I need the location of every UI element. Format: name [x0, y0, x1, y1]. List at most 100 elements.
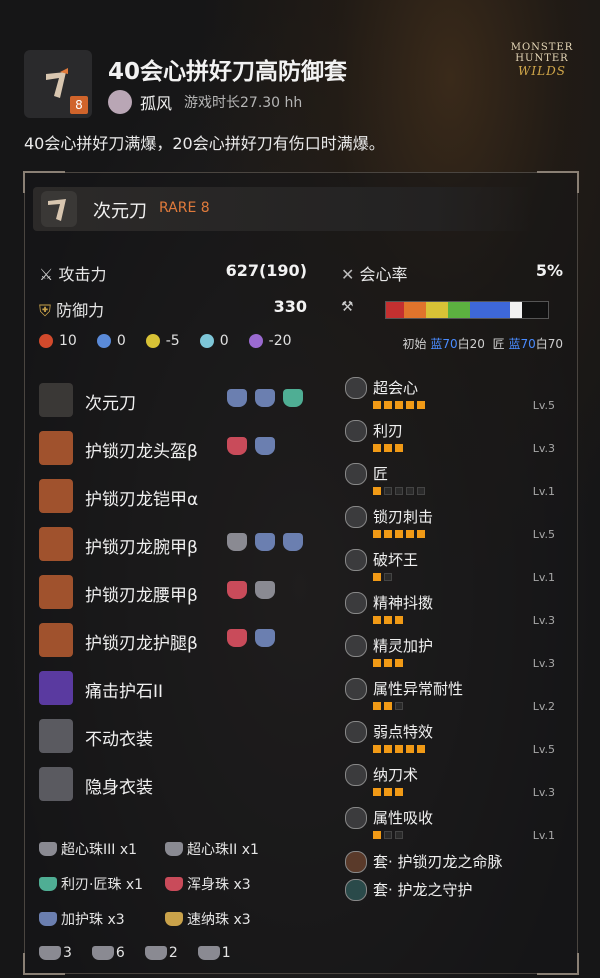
playtime: 游戏时长27.30 hh: [184, 95, 303, 111]
decoration-slot-icon[interactable]: [255, 389, 275, 407]
set-bonus-name: 套· 护锁刃龙之命脉: [373, 853, 503, 871]
skill-pip: [384, 788, 392, 796]
skill-item[interactable]: 纳刀术 Lv.3: [345, 764, 565, 806]
decoration-slot-icon[interactable]: [227, 437, 247, 455]
skill-level-pips: [373, 831, 406, 839]
skill-item[interactable]: 精神抖擞 Lv.3: [345, 592, 565, 634]
skill-icon: [345, 506, 367, 528]
decoration-label: 利刃·匠珠 x1: [61, 877, 144, 893]
skill-item[interactable]: 匠 Lv.1: [345, 463, 565, 505]
dragon-icon: [248, 334, 263, 348]
skill-pip: [395, 788, 403, 796]
equipment-item[interactable]: 护锁刃龙护腿β: [39, 619, 329, 659]
skill-item[interactable]: 精灵加护 Lv.3: [345, 635, 565, 677]
decoration-slot-icon[interactable]: [227, 581, 247, 599]
set-bonus-item[interactable]: 套· 护龙之守护: [345, 879, 565, 921]
equipment-item[interactable]: 隐身衣装: [39, 763, 329, 803]
equipment-item[interactable]: 护锁刃龙腕甲β: [39, 523, 329, 563]
shield-icon: ⛨: [39, 301, 52, 320]
skill-item[interactable]: 超会心 Lv.5: [345, 377, 565, 419]
skill-name: 精灵加护: [373, 637, 434, 655]
skill-pip: [373, 831, 381, 839]
skill-level: Lv.5: [532, 399, 555, 412]
equipment-item[interactable]: 次元刀: [39, 379, 329, 419]
decoration-slot-icon[interactable]: [283, 533, 303, 551]
skill-pip: [373, 616, 381, 624]
skill-pip: [384, 487, 392, 495]
skill-pip: [406, 487, 414, 495]
sharpness-handicraft-white: 白70: [535, 337, 563, 351]
skill-name: 匠: [373, 465, 389, 483]
skill-item[interactable]: 属性异常耐性 Lv.2: [345, 678, 565, 720]
decoration-entry[interactable]: 超心珠III x1: [39, 839, 137, 859]
layered-armor-icon: [39, 719, 73, 753]
affinity-stat: ✕ 会心率: [341, 261, 408, 285]
skill-pip: [373, 530, 381, 538]
skill-level: Lv.2: [532, 700, 555, 713]
decoration-slot-icon[interactable]: [255, 581, 275, 599]
equipment-item[interactable]: 护锁刃龙铠甲α: [39, 475, 329, 515]
skill-icon: [345, 721, 367, 743]
equipment-item[interactable]: 护锁刃龙腰甲β: [39, 571, 329, 611]
skill-pip: [373, 444, 381, 452]
decoration-slot-icon[interactable]: [283, 389, 303, 407]
sharpness-labels: 初始 蓝70白20 匠 蓝70白70: [403, 335, 563, 352]
logo-line2: WILDS: [518, 64, 566, 78]
skill-name: 利刃: [373, 422, 404, 440]
skill-pip: [395, 745, 403, 753]
skill-item[interactable]: 弱点特效 Lv.5: [345, 721, 565, 763]
greaves-icon: [39, 623, 73, 657]
equipment-name: 护锁刃龙护腿β: [85, 634, 198, 654]
build-description: 40会心拼好刀满爆，20会心拼好刀有伤口时满爆。: [24, 134, 385, 153]
skill-pip: [384, 831, 392, 839]
author-row[interactable]: 孤风 游戏时长27.30 hh: [108, 90, 302, 114]
author-name[interactable]: 孤风: [140, 90, 172, 114]
decoration-icon: [165, 912, 183, 926]
decoration-slot-icon[interactable]: [227, 629, 247, 647]
skill-pip: [395, 616, 403, 624]
skill-pip: [384, 616, 392, 624]
skill-item[interactable]: 破坏王 Lv.1: [345, 549, 565, 591]
skill-name: 锁刃刺击: [373, 508, 434, 526]
skill-pip: [395, 702, 403, 710]
decoration-entry[interactable]: 速纳珠 x3: [165, 909, 251, 929]
skill-item[interactable]: 利刃 Lv.3: [345, 420, 565, 462]
logo-line1: MONSTER HUNTER: [510, 42, 574, 64]
skill-level: Lv.5: [532, 743, 555, 756]
skill-icon: [345, 549, 367, 571]
fire-res-value: 10: [59, 333, 77, 349]
skill-level-pips: [373, 444, 406, 452]
weapon-type-badge: 8: [24, 50, 92, 118]
equipment-item[interactable]: 不动衣装: [39, 715, 329, 755]
weapon-row[interactable]: 次元刀 RARE 8: [33, 187, 533, 231]
skill-pip: [384, 573, 392, 581]
decoration-slots: [227, 389, 311, 407]
skill-item[interactable]: 锁刃刺击 Lv.5: [345, 506, 565, 548]
sharpness-initial-blue: 蓝70: [430, 337, 458, 351]
avatar[interactable]: [108, 90, 132, 114]
skill-level-pips: [373, 616, 406, 624]
skill-item[interactable]: 属性吸收 Lv.1: [345, 807, 565, 849]
skill-level-pips: [373, 702, 406, 710]
equipment-item[interactable]: 痛击护石II: [39, 667, 329, 707]
skill-level: Lv.3: [532, 442, 555, 455]
decoration-entry[interactable]: 超心珠II x1: [165, 839, 259, 859]
decoration-slot-icon[interactable]: [255, 629, 275, 647]
decoration-entry[interactable]: 浑身珠 x3: [165, 874, 251, 894]
frame-corner: [537, 171, 579, 193]
slot-count-lv2: 6: [91, 945, 125, 961]
decoration-slot-icon[interactable]: [255, 437, 275, 455]
decoration-slot-icon[interactable]: [227, 533, 247, 551]
skill-level-pips: [373, 745, 428, 753]
decoration-slot-icon[interactable]: [255, 533, 275, 551]
decoration-slot-icon[interactable]: [227, 389, 247, 407]
decoration-entry[interactable]: 利刃·匠珠 x1: [39, 874, 143, 894]
skill-pip: [417, 487, 425, 495]
decoration-slots: [227, 533, 311, 551]
chest-armor-icon: [39, 479, 73, 513]
skill-level: Lv.3: [532, 614, 555, 627]
skill-pip: [395, 401, 403, 409]
equipment-item[interactable]: 护锁刃龙头盔β: [39, 427, 329, 467]
decoration-entry[interactable]: 加护珠 x3: [39, 909, 125, 929]
slot-count-lv1: 2: [144, 945, 178, 961]
